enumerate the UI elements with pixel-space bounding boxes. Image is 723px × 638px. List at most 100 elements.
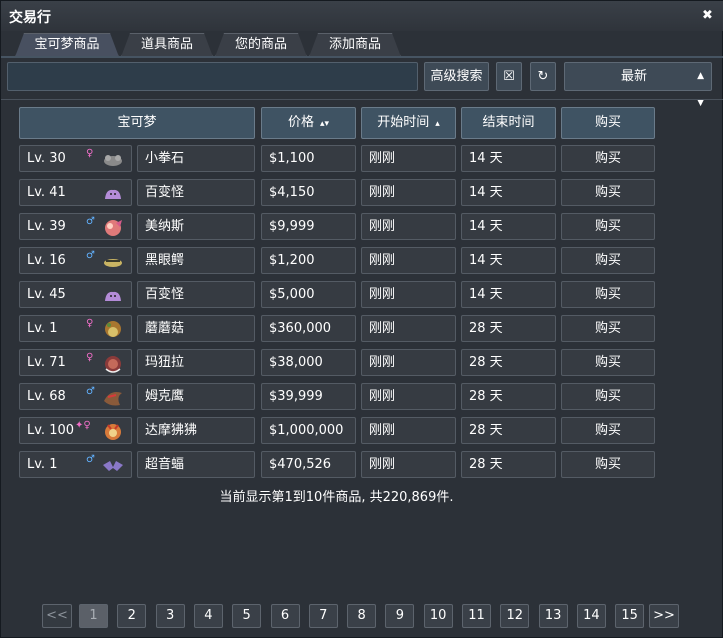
header-pokemon-label: 宝可梦 — [117, 115, 157, 130]
pokemon-name[interactable]: 小拳石 — [137, 145, 255, 172]
buy-button[interactable]: 购买 — [561, 315, 655, 342]
tab-item-listings[interactable]: 道具商品 — [121, 33, 213, 57]
buy-button[interactable]: 购买 — [561, 213, 655, 240]
header-price[interactable]: 价格 ▴▾ — [261, 107, 356, 139]
pokemon-name[interactable]: 美纳斯 — [137, 213, 255, 240]
listing-price: $9,999 — [261, 213, 356, 240]
table-row: Lv. 41 百变怪 $4,150 刚刚 14 天 购买 — [1, 179, 723, 207]
pokemon-level-cell: Lv. 16 ♂ — [19, 247, 132, 274]
page-button-15[interactable]: 15 — [615, 604, 645, 628]
header-end-time[interactable]: 结束时间 — [461, 107, 556, 139]
sort-both-icon: ▴▾ — [319, 119, 330, 129]
page-button-8[interactable]: 8 — [347, 604, 377, 628]
sort-ascending-icon: ▴ — [435, 119, 440, 129]
pokemon-name[interactable]: 玛狃拉 — [137, 349, 255, 376]
listing-start-time: 刚刚 — [361, 145, 456, 172]
buy-button[interactable]: 购买 — [561, 179, 655, 206]
pokemon-level: Lv. 68 — [27, 389, 66, 404]
page-button-6[interactable]: 6 — [270, 604, 300, 628]
buy-button[interactable]: 购买 — [561, 451, 655, 478]
buy-button[interactable]: 购买 — [561, 247, 655, 274]
listing-start-time: 刚刚 — [361, 417, 456, 444]
pokemon-name[interactable]: 百变怪 — [137, 179, 255, 206]
next-page-button[interactable]: >> — [649, 604, 679, 628]
pokemon-level: Lv. 1 — [27, 321, 58, 336]
listing-price: $470,526 — [261, 451, 356, 478]
title-bar[interactable]: 交易行 ✖ — [1, 1, 723, 31]
page-button-11[interactable]: 11 — [462, 604, 491, 628]
gender-icon: ♂ — [86, 216, 95, 227]
listing-price: $38,000 — [261, 349, 356, 376]
page-button-10[interactable]: 10 — [423, 604, 453, 628]
listing-end-time: 14 天 — [461, 281, 556, 308]
select-arrows-icon: ▲ ▼ — [697, 71, 704, 108]
pokemon-name[interactable]: 姆克鹰 — [137, 383, 255, 410]
zubat-sprite-icon — [103, 461, 123, 471]
buy-button[interactable]: 购买 — [561, 349, 655, 376]
pokemon-level-cell: Lv. 100 ✦♀ — [19, 417, 132, 444]
listing-price: $4,150 — [261, 179, 356, 206]
shroomish-sprite-icon — [105, 321, 121, 337]
listing-end-time: 28 天 — [461, 451, 556, 478]
page-button-13[interactable]: 13 — [538, 604, 568, 628]
advanced-search-button[interactable]: 高级搜索 — [424, 62, 489, 91]
gender-icon: ♂ — [86, 386, 95, 397]
listing-end-time: 14 天 — [461, 213, 556, 240]
tab-strip — [1, 56, 723, 58]
auction-house-window: 交易行 ✖ 宝可梦商品 道具商品 您的商品 添加商品 高级搜索 ☒ ↻ 最新 ▲… — [0, 0, 723, 638]
page-button-4[interactable]: 4 — [193, 604, 223, 628]
header-price-label: 价格 — [287, 115, 314, 130]
tab-your-listings[interactable]: 您的商品 — [215, 33, 307, 57]
sort-value: 最新 — [620, 69, 647, 84]
listing-end-time: 14 天 — [461, 247, 556, 274]
page-button-5[interactable]: 5 — [232, 604, 262, 628]
buy-button[interactable]: 购买 — [561, 281, 655, 308]
page-button-2[interactable]: 2 — [117, 604, 147, 628]
buy-button[interactable]: 购买 — [561, 145, 655, 172]
pokemon-name[interactable]: 黑眼鳄 — [137, 247, 255, 274]
listing-end-time: 28 天 — [461, 349, 556, 376]
refresh-icon[interactable]: ↻ — [530, 62, 556, 91]
pokemon-level: Lv. 45 — [27, 287, 66, 302]
pokemon-name[interactable]: 超音蝠 — [137, 451, 255, 478]
page-button-12[interactable]: 12 — [500, 604, 530, 628]
pokemon-level-cell: Lv. 1 ♂ — [19, 451, 132, 478]
tab-add-listing[interactable]: 添加商品 — [309, 33, 401, 57]
table-row: Lv. 16 ♂ 黑眼鳄 $1,200 刚刚 14 天 购买 — [1, 247, 723, 275]
listing-start-time: 刚刚 — [361, 315, 456, 342]
mamoswine-sprite-icon — [105, 356, 121, 373]
darmanitan-sprite-icon — [105, 424, 121, 440]
gender-icon: ♀ — [86, 318, 94, 329]
close-icon[interactable]: ✖ — [702, 9, 714, 22]
tab-pokemon-listings[interactable]: 宝可梦商品 — [15, 33, 119, 57]
pokemon-level: Lv. 30 — [27, 151, 66, 166]
pokemon-name[interactable]: 蘑蘑菇 — [137, 315, 255, 342]
prev-page-button[interactable]: << — [42, 604, 72, 628]
clear-filter-icon[interactable]: ☒ — [496, 62, 522, 91]
table-row: Lv. 1 ♂ 超音蝠 $470,526 刚刚 28 天 购买 — [1, 451, 723, 479]
gender-icon: ♀ — [86, 352, 94, 363]
manaphy-sprite-icon — [105, 220, 122, 236]
listing-start-time: 刚刚 — [361, 281, 456, 308]
ditto-sprite-icon — [105, 291, 121, 301]
header-pokemon[interactable]: 宝可梦 — [19, 107, 255, 139]
pokemon-level: Lv. 1 — [27, 457, 58, 472]
pokemon-name[interactable]: 达摩狒狒 — [137, 417, 255, 444]
table-row: Lv. 71 ♀ 玛狃拉 $38,000 刚刚 28 天 购买 — [1, 349, 723, 377]
header-start-time[interactable]: 开始时间 ▴ — [361, 107, 456, 139]
pokemon-name[interactable]: 百变怪 — [137, 281, 255, 308]
listing-end-time: 28 天 — [461, 417, 556, 444]
page-button-14[interactable]: 14 — [576, 604, 606, 628]
page-button-3[interactable]: 3 — [155, 604, 185, 628]
page-button-9[interactable]: 9 — [385, 604, 415, 628]
pokemon-level: Lv. 39 — [27, 219, 66, 234]
page-button-1[interactable]: 1 — [79, 604, 108, 628]
search-input[interactable] — [7, 62, 418, 91]
buy-button[interactable]: 购买 — [561, 383, 655, 410]
listing-end-time: 14 天 — [461, 145, 556, 172]
sort-select[interactable]: 最新 ▲ ▼ — [564, 62, 712, 108]
listing-start-time: 刚刚 — [361, 179, 456, 206]
table-row: Lv. 30 ♀ 小拳石 $1,100 刚刚 14 天 购买 — [1, 145, 723, 173]
page-button-7[interactable]: 7 — [308, 604, 338, 628]
buy-button[interactable]: 购买 — [561, 417, 655, 444]
